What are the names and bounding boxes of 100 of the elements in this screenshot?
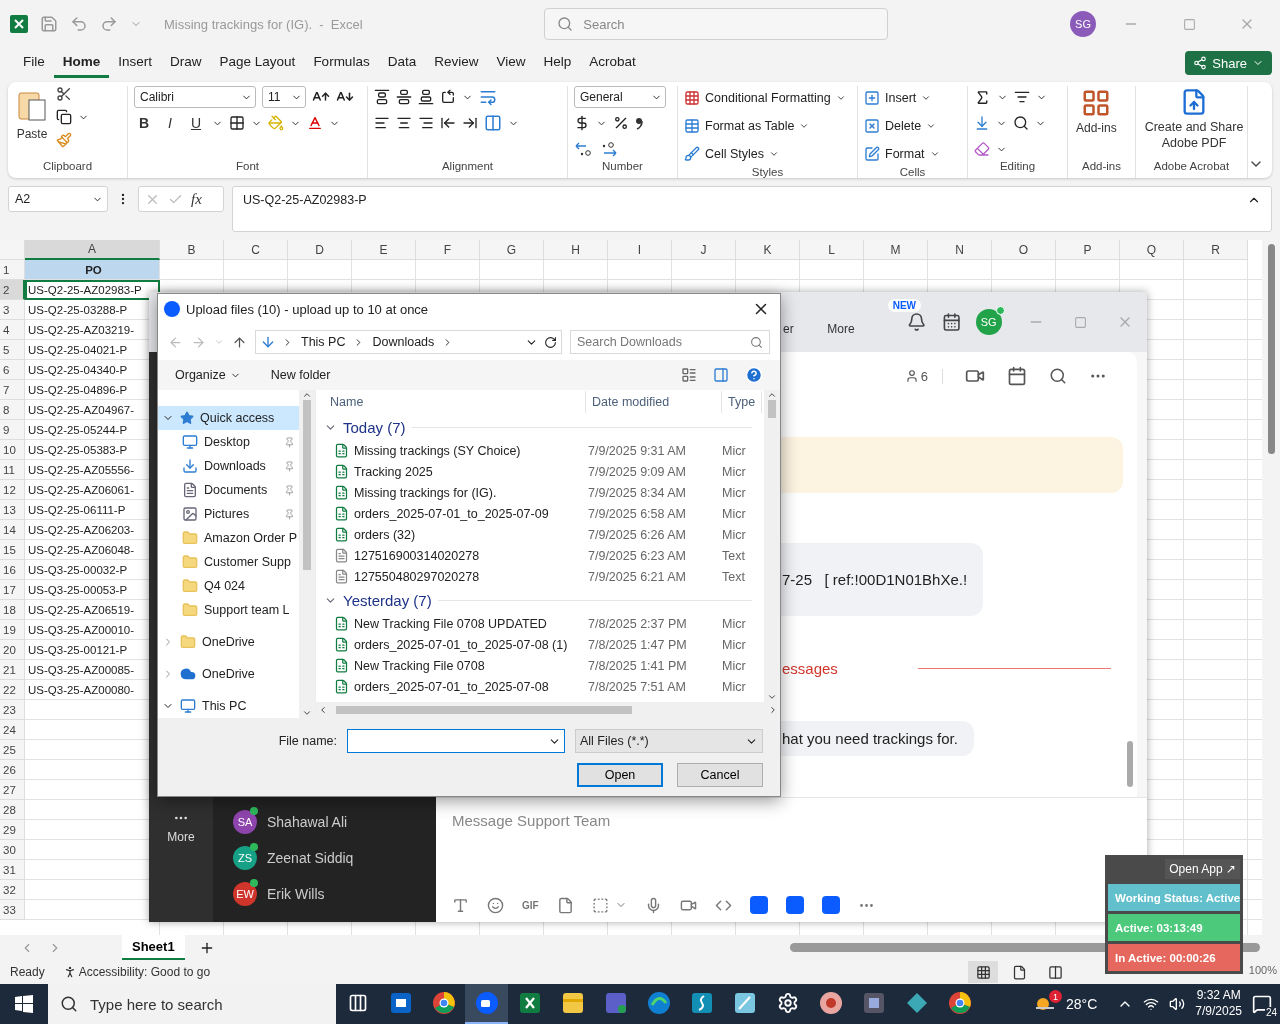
scissors-icon[interactable]	[56, 86, 72, 102]
column-header[interactable]: J	[672, 240, 736, 260]
accessibility-status[interactable]: Accessibility: Good to go	[78, 965, 211, 979]
row-header[interactable]: 5	[0, 340, 25, 360]
screenshot-icon[interactable]	[591, 896, 609, 914]
row-header[interactable]: 4	[0, 320, 25, 340]
bold-button[interactable]: B	[134, 112, 154, 134]
file-row[interactable]: Tracking 2025 7/9/2025 9:09 AM Micr	[324, 461, 764, 482]
nav-item[interactable]: Q4 024	[158, 574, 300, 598]
sort-filter-icon[interactable]	[1014, 89, 1030, 105]
row-header[interactable]: 17	[0, 580, 25, 600]
page-layout-icon[interactable]	[1011, 964, 1027, 980]
view-options-icon[interactable]	[681, 367, 697, 383]
styles-menu-button[interactable]: Format as Table	[684, 114, 846, 138]
column-header[interactable]: M	[864, 240, 928, 260]
row-header[interactable]: 6	[0, 360, 25, 380]
scrollbar-thumb[interactable]	[1267, 244, 1275, 454]
cells-menu-button[interactable]: Delete	[864, 114, 940, 138]
folder-app-icon[interactable]	[560, 991, 585, 1015]
settings-icon[interactable]	[776, 992, 799, 1014]
help-icon[interactable]	[745, 366, 763, 384]
organize-button[interactable]: Organize	[175, 368, 241, 382]
column-header[interactable]: G	[480, 240, 544, 260]
file-row[interactable]: New Tracking File 0708 7/8/2025 1:41 PM Micr	[324, 655, 764, 676]
browser-wave-icon[interactable]	[646, 991, 671, 1015]
row-header[interactable]: 33	[0, 900, 25, 920]
normal-view-icon[interactable]	[975, 964, 991, 980]
text-format-icon[interactable]	[452, 896, 469, 914]
column-header[interactable]: L	[800, 240, 864, 260]
ribbon-tab[interactable]: Insert	[109, 48, 162, 78]
share-button[interactable]: Share	[1185, 51, 1272, 75]
increase-indent-icon[interactable]	[462, 115, 478, 131]
column-header[interactable]: P	[1056, 240, 1120, 260]
align-top-icon[interactable]	[374, 89, 390, 105]
scrollbar[interactable]	[764, 390, 780, 702]
nav-item[interactable]: Quick access	[158, 406, 300, 430]
create-pdf-button[interactable]: Create and Share Adobe PDF	[1142, 86, 1246, 160]
file-row[interactable]: Missing trackings for (IG). 7/9/2025 8:34 AM Micr	[324, 482, 764, 503]
contact-item[interactable]: SA Shahawal Ali	[233, 810, 436, 834]
column-header[interactable]: D	[288, 240, 352, 260]
ribbon-tab[interactable]: Draw	[161, 48, 211, 78]
decrease-indent-icon[interactable]	[440, 115, 456, 131]
row-header[interactable]: 1	[0, 260, 25, 280]
file-row[interactable]: orders_2025-07-01_to_2025-07-08 7/8/2025 7:51 AM Micr	[324, 676, 764, 697]
nav-item[interactable]: OneDrive	[158, 662, 300, 686]
network-icon[interactable]	[1143, 996, 1160, 1012]
formula-field[interactable]: US-Q2-25-AZ02983-P	[232, 186, 1272, 232]
user-avatar[interactable]: SG	[1070, 11, 1096, 37]
column-header[interactable]: A	[25, 240, 160, 260]
nav-item[interactable]: Amazon Order P	[158, 526, 300, 550]
app-icon[interactable]	[785, 896, 804, 914]
up-icon[interactable]	[232, 334, 247, 350]
gif-button[interactable]: GIF	[522, 899, 539, 911]
row-header[interactable]: 3	[0, 300, 25, 320]
row-header[interactable]: 28	[0, 800, 25, 820]
column-header[interactable]: Q	[1120, 240, 1184, 260]
file-row[interactable]: 127550480297020278 7/9/2025 6:21 AM Text	[324, 566, 764, 587]
nav-item[interactable]: This PC	[158, 694, 300, 718]
column-header[interactable]: O	[992, 240, 1056, 260]
align-bottom-icon[interactable]	[418, 89, 434, 105]
ribbon-tab[interactable]: Home	[53, 48, 110, 78]
notepad-app-icon[interactable]	[732, 991, 757, 1015]
ribbon-tab[interactable]: Formulas	[304, 48, 379, 78]
app-icon[interactable]	[821, 896, 840, 914]
nav-item[interactable]: Customer Supp	[158, 550, 300, 574]
scrollbar[interactable]	[299, 390, 315, 718]
column-header[interactable]: Type	[722, 391, 762, 413]
refresh-icon[interactable]	[544, 335, 557, 349]
row-header[interactable]: 21	[0, 660, 25, 680]
windows-start-icon[interactable]	[15, 995, 33, 1013]
row-header[interactable]: 13	[0, 500, 25, 520]
insert-function-button[interactable]: fx	[191, 190, 202, 208]
row-header[interactable]: 20	[0, 640, 25, 660]
tool-app-icon[interactable]	[861, 991, 886, 1015]
search-icon[interactable]	[1013, 115, 1029, 131]
ribbon-tab[interactable]: File	[14, 48, 54, 78]
borders-icon[interactable]	[229, 115, 245, 131]
row-header[interactable]: 11	[0, 460, 25, 480]
browser-icon[interactable]	[947, 991, 972, 1015]
spreadsheet-app-icon[interactable]	[517, 991, 542, 1015]
column-header[interactable]: I	[608, 240, 672, 260]
copy-icon[interactable]	[56, 109, 72, 125]
emoji-icon[interactable]	[487, 896, 504, 914]
search-field[interactable]: Search Downloads	[570, 330, 770, 354]
align-middle-icon[interactable]	[396, 89, 412, 105]
row-header[interactable]: 32	[0, 880, 25, 900]
ribbon-tab[interactable]: Page Layout	[210, 48, 305, 78]
column-header[interactable]: Date modified	[586, 391, 722, 413]
column-header[interactable]: N	[928, 240, 992, 260]
search-icon[interactable]	[1049, 367, 1067, 385]
paste-button[interactable]: Paste	[14, 86, 50, 160]
preview-pane-icon[interactable]	[713, 367, 729, 383]
cells-menu-button[interactable]: Format	[864, 142, 940, 166]
column-header[interactable]: F	[416, 240, 480, 260]
message-input[interactable]: Message Support Team	[452, 812, 1131, 829]
address-bar[interactable]: This PC Downloads	[255, 330, 562, 354]
clock[interactable]: 9:32 AM 7/9/2025	[1195, 988, 1242, 1020]
breadcrumb[interactable]: Downloads	[370, 335, 437, 349]
underline-button[interactable]: U	[186, 112, 206, 134]
temperature[interactable]: 28°C	[1066, 996, 1098, 1012]
